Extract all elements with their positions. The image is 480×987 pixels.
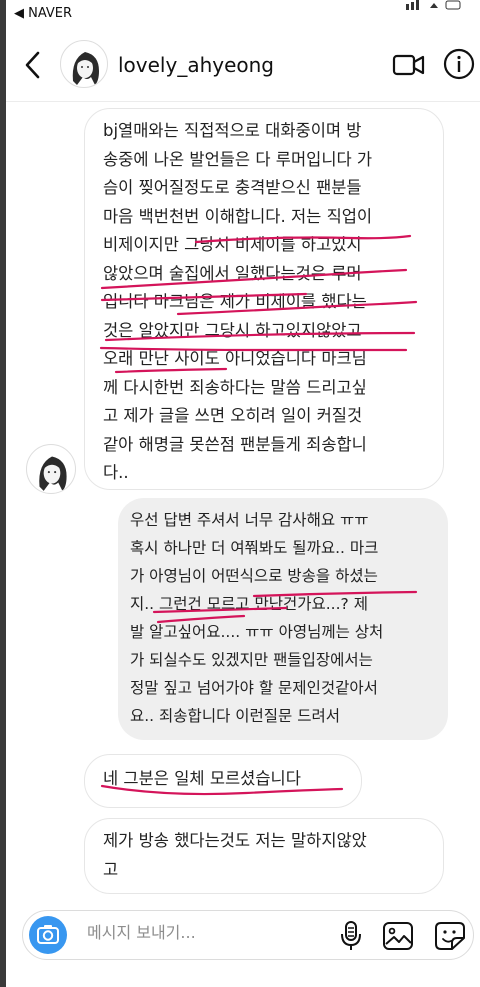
- message-line: 가 아영님이 어떤식으로 방송을 하셨는: [130, 567, 378, 585]
- video-camera-icon[interactable]: [392, 50, 426, 80]
- microphone-icon[interactable]: [337, 919, 365, 953]
- status-icons: [402, 0, 462, 13]
- message-line: 지.. 그런건 모르고 만난건가요...? 제: [130, 595, 368, 613]
- received-message-bubble[interactable]: 네 그분은 일체 모르셨습니다: [84, 754, 362, 808]
- message-composer: [22, 910, 474, 960]
- avatar[interactable]: [60, 40, 108, 88]
- message-line: 않았으며 술집에서 일했다는것은 루머: [103, 263, 362, 283]
- received-message-bubble[interactable]: bj열매와는 직접적으로 대화중이며 방 송중에 나온 발언들은 다 루머입니다…: [84, 108, 444, 490]
- sent-message-bubble[interactable]: 우선 답변 주셔서 너무 감사해요 ㅠㅠ 혹시 하나만 더 여쭤봐도 될까요..…: [118, 498, 448, 740]
- camera-icon[interactable]: [29, 916, 67, 954]
- message-line: 발 알고싶어요.... ㅠㅠ 아영님께는 상처: [130, 623, 384, 641]
- image-gallery-icon[interactable]: [381, 920, 415, 952]
- sender-avatar[interactable]: [26, 444, 76, 494]
- message-line: 송중에 나온 발언들은 다 루머입니다 가: [103, 149, 373, 169]
- message-line: 슴이 찢어질정도로 충격받으신 팬분들: [103, 178, 362, 197]
- message-line: 고 제가 글을 쓰면 오히려 일이 커질것: [103, 406, 363, 425]
- message-line: 께 다시한번 죄송하다는 말씀 드리고싶: [103, 377, 367, 397]
- dm-screen: ◀ NAVER lovely_ahyeong bj열매와는 직접적으로 대화중이…: [6, 0, 480, 987]
- message-line: 고: [103, 859, 119, 879]
- chat-username[interactable]: lovely_ahyeong: [118, 53, 274, 77]
- chevron-left-icon[interactable]: [18, 48, 48, 82]
- message-line: 정말 짚고 넘어가야 할 문제인것같아서: [130, 679, 378, 697]
- message-line: 요.. 죄송합니다 이런질문 드려서: [130, 707, 341, 725]
- message-line: bj열매와는 직접적으로 대화중이며 방: [103, 121, 362, 140]
- message-line: 가 되실수도 있겠지만 팬들입장에서는: [130, 651, 373, 669]
- message-line: 오래 만난 사이도 아니었습니다 마크님: [103, 349, 367, 368]
- message-line: 혹시 하나만 더 여쭤봐도 될까요.. 마크: [130, 539, 379, 557]
- message-input[interactable]: [87, 923, 327, 942]
- message-line: 것은 알았지만 그당시 하고있지않았고: [103, 320, 362, 340]
- message-line: 입니다 마크님은 제가 비제이를 했다는: [103, 292, 367, 311]
- back-to-app-link[interactable]: ◀ NAVER: [14, 6, 72, 21]
- message-line: 마음 백번천번 이해합니다. 저는 직업이: [103, 206, 373, 226]
- signal-wifi-battery-icon: [406, 0, 461, 10]
- info-icon[interactable]: [442, 47, 476, 81]
- sticker-icon[interactable]: [433, 920, 467, 952]
- message-line: 다..: [103, 463, 129, 482]
- chat-header: lovely_ahyeong: [6, 30, 480, 102]
- message-line: 비제이지만 그당시 비제이를 하고있지: [103, 235, 362, 254]
- message-line: 같아 해명글 못쓴점 팬분들게 죄송합니: [103, 434, 367, 454]
- status-bar: ◀ NAVER: [6, 0, 480, 30]
- message-line: 우선 답변 주셔서 너무 감사해요 ㅠㅠ: [130, 511, 369, 529]
- received-message-bubble[interactable]: 제가 방송 했다는것도 저는 말하지않았 고: [84, 818, 444, 894]
- message-line: 제가 방송 했다는것도 저는 말하지않았: [103, 831, 367, 850]
- message-line: 네 그분은 일체 모르셨습니다: [103, 769, 301, 788]
